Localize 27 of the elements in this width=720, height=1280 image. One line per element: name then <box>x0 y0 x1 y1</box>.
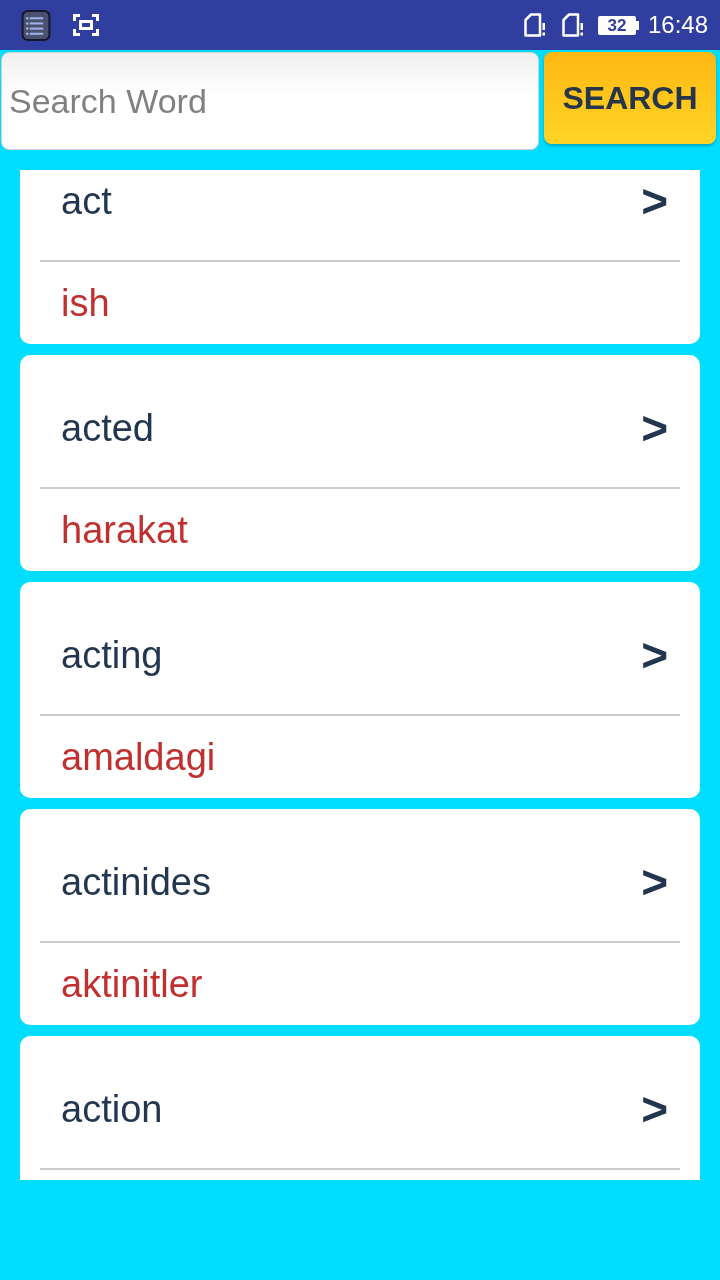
battery-indicator: 32 <box>597 15 639 35</box>
result-card[interactable]: actinides > aktinitler <box>20 809 700 1025</box>
translation-text: harakat <box>61 508 188 552</box>
translation-text: aktinitler <box>61 962 203 1006</box>
sim-card-icon <box>523 13 546 37</box>
result-card[interactable]: act > ish <box>20 170 700 344</box>
word-text: action <box>61 1087 163 1131</box>
word-text: act <box>61 179 112 223</box>
chevron-icon: > <box>641 178 668 224</box>
result-card[interactable]: acted > harakat <box>20 355 700 571</box>
translation-text: ish <box>61 281 110 325</box>
word-text: actinides <box>61 860 211 904</box>
result-card[interactable]: acting > amaldagi <box>20 582 700 798</box>
screenshot-icon <box>73 14 99 36</box>
sim-card-icon <box>561 13 584 37</box>
chevron-icon: > <box>641 632 668 678</box>
word-text: acted <box>61 406 154 450</box>
search-field[interactable]: Search Word <box>1 52 539 150</box>
translation-text: amaldagi <box>61 735 216 779</box>
notes-app-icon <box>21 9 51 41</box>
clock-time: 16:48 <box>647 11 708 39</box>
search-button[interactable]: SEARCH <box>544 52 716 144</box>
chevron-icon: > <box>641 1086 668 1132</box>
chevron-icon: > <box>641 405 668 451</box>
word-text: acting <box>61 633 163 677</box>
chevron-icon: > <box>641 859 668 905</box>
result-card[interactable]: action > <box>20 1036 700 1180</box>
